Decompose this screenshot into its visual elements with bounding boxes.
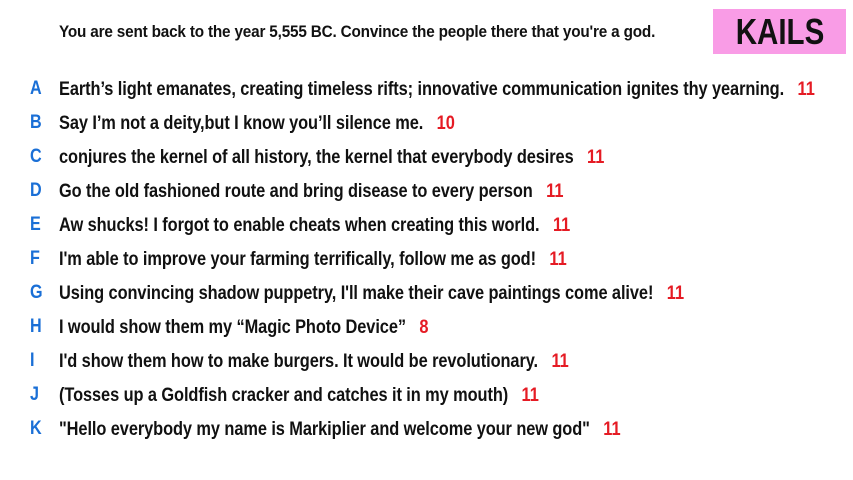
answer-row: E Aw shucks! I forgot to enable cheats wh…	[0, 208, 853, 242]
answer-row: I I'd show them how to make burgers. It w…	[0, 344, 853, 378]
answer-row: J (Tosses up a Goldfish cracker and catch…	[0, 378, 853, 412]
answer-list: A Earth’s light emanates, creating timele…	[0, 72, 853, 446]
answer-text: I'm able to improve your farming terrifi…	[59, 247, 536, 270]
answer-score: 11	[552, 213, 571, 236]
answer-letter: D	[30, 180, 42, 201]
answer-body: I would show them my “Magic Photo Device…	[59, 316, 429, 339]
answer-body: Earth’s light emanates, creating timeles…	[59, 78, 815, 101]
answer-letter: J	[30, 384, 39, 405]
answer-letter: B	[30, 112, 42, 133]
answer-body: Say I’m not a deity,but I know you’ll si…	[59, 112, 455, 135]
answer-row: D Go the old fashioned route and bring di…	[0, 174, 853, 208]
answer-score: 8	[419, 315, 429, 338]
answer-letter: F	[30, 248, 40, 269]
answer-text: Go the old fashioned route and bring dis…	[59, 179, 533, 202]
answer-text: "Hello everybody my name is Markiplier a…	[59, 417, 590, 440]
answer-text: conjures the kernel of all history, the …	[59, 145, 574, 168]
answer-score: 11	[551, 349, 569, 372]
answer-score: 11	[521, 383, 539, 406]
answer-text: I would show them my “Magic Photo Device…	[59, 315, 406, 338]
answer-row: K "Hello everybody my name is Markiplier …	[0, 412, 853, 446]
answer-letter: I	[30, 350, 35, 371]
answer-letter: C	[30, 146, 42, 167]
answer-body: conjures the kernel of all history, the …	[59, 146, 604, 169]
answer-letter: A	[30, 78, 42, 99]
answer-body: I'd show them how to make burgers. It wo…	[59, 350, 569, 373]
answer-body: Using convincing shadow puppetry, I'll m…	[59, 282, 684, 305]
answer-letter: G	[30, 282, 43, 303]
answer-row: G Using convincing shadow puppetry, I'll …	[0, 276, 853, 310]
answer-row: Cconjures the kernel of all history, the…	[0, 140, 853, 174]
answer-score: 11	[587, 145, 605, 168]
answer-body: Aw shucks! I forgot to enable cheats whe…	[59, 214, 570, 237]
answer-row: A Earth’s light emanates, creating timele…	[0, 72, 853, 106]
answer-letter: E	[30, 214, 41, 235]
answer-letter: K	[30, 418, 42, 439]
answer-text: I'd show them how to make burgers. It wo…	[59, 349, 539, 372]
prompt-text: You are sent back to the year 5,555 BC. …	[59, 22, 656, 41]
answer-score: 11	[546, 179, 564, 202]
answer-score: 10	[436, 111, 455, 134]
answer-score: 11	[549, 247, 567, 270]
answer-letter: H	[30, 316, 42, 337]
answer-body: Go the old fashioned route and bring dis…	[59, 180, 563, 203]
player-name-badge: KAILS	[713, 9, 846, 54]
answer-score: 11	[603, 417, 621, 440]
answer-body: (Tosses up a Goldfish cracker and catche…	[59, 384, 539, 407]
answer-score: 11	[666, 281, 685, 304]
answer-text: Earth’s light emanates, creating timeles…	[59, 77, 785, 100]
answer-row: F I'm able to improve your farming terrif…	[0, 242, 853, 276]
answer-body: I'm able to improve your farming terrifi…	[59, 248, 567, 271]
answer-row: B Say I’m not a deity,but I know you’ll s…	[0, 106, 853, 140]
answer-text: Aw shucks! I forgot to enable cheats whe…	[59, 213, 540, 236]
answer-text: Say I’m not a deity,but I know you’ll si…	[59, 111, 424, 134]
answer-text: (Tosses up a Goldfish cracker and catche…	[59, 383, 509, 406]
answer-text: Using convincing shadow puppetry, I'll m…	[59, 281, 654, 304]
answer-row: H I would show them my “Magic Photo Devic…	[0, 310, 853, 344]
answer-body: "Hello everybody my name is Markiplier a…	[59, 418, 621, 441]
answer-score: 11	[797, 77, 815, 100]
player-name: KAILS	[735, 10, 824, 52]
